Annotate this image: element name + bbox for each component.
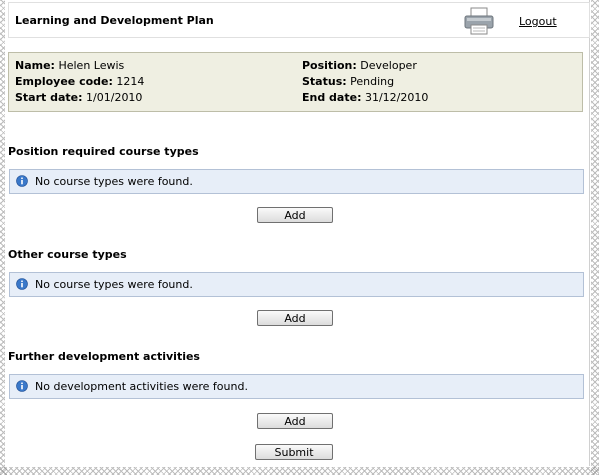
name-value: Helen Lewis: [58, 59, 125, 72]
info-icon: [16, 278, 28, 290]
page-title: Learning and Development Plan: [15, 14, 214, 27]
section-title-other-course-types: Other course types: [8, 248, 127, 261]
message-box-further-development: No development activities were found.: [9, 374, 584, 399]
code-value: 1214: [116, 75, 145, 88]
message-text: No course types were found.: [35, 278, 193, 291]
code-label: Employee code:: [15, 75, 113, 88]
message-text: No course types were found.: [35, 175, 193, 188]
end-value: 31/12/2010: [364, 91, 429, 104]
info-icon: [16, 380, 28, 392]
start-date: Start date: 1/01/2010: [15, 91, 142, 104]
message-box-other-course-types: No course types were found.: [9, 272, 584, 297]
printer-icon[interactable]: [463, 7, 495, 35]
plan-status: Status: Pending: [302, 75, 394, 88]
start-label: Start date:: [15, 91, 83, 104]
submit-button[interactable]: Submit: [255, 444, 333, 460]
info-icon: [16, 175, 28, 187]
section-title-position-required: Position required course types: [8, 145, 199, 158]
logout-link[interactable]: Logout: [519, 15, 557, 28]
add-position-required-button[interactable]: Add: [257, 207, 333, 223]
add-other-course-types-button[interactable]: Add: [257, 310, 333, 326]
add-development-activity-button[interactable]: Add: [257, 413, 333, 429]
employee-position: Position: Developer: [302, 59, 417, 72]
page: Learning and Development Plan Logout Nam…: [5, 0, 590, 466]
position-value: Developer: [360, 59, 417, 72]
status-label: Status:: [302, 75, 347, 88]
end-label: End date:: [302, 91, 362, 104]
end-date: End date: 31/12/2010: [302, 91, 428, 104]
start-value: 1/01/2010: [86, 91, 143, 104]
employee-code: Employee code: 1214: [15, 75, 144, 88]
employee-name: Name: Helen Lewis: [15, 59, 124, 72]
status-value: Pending: [350, 75, 395, 88]
message-box-position-required: No course types were found.: [9, 169, 584, 194]
employee-info-panel: Name: Helen Lewis Employee code: 1214 St…: [8, 52, 583, 112]
message-text: No development activities were found.: [35, 380, 248, 393]
torn-edge-bottom: [0, 467, 599, 475]
page-header: Learning and Development Plan Logout: [8, 2, 590, 38]
name-label: Name:: [15, 59, 55, 72]
section-title-further-development: Further development activities: [8, 350, 200, 363]
torn-edge-right: [591, 0, 599, 475]
position-label: Position:: [302, 59, 357, 72]
